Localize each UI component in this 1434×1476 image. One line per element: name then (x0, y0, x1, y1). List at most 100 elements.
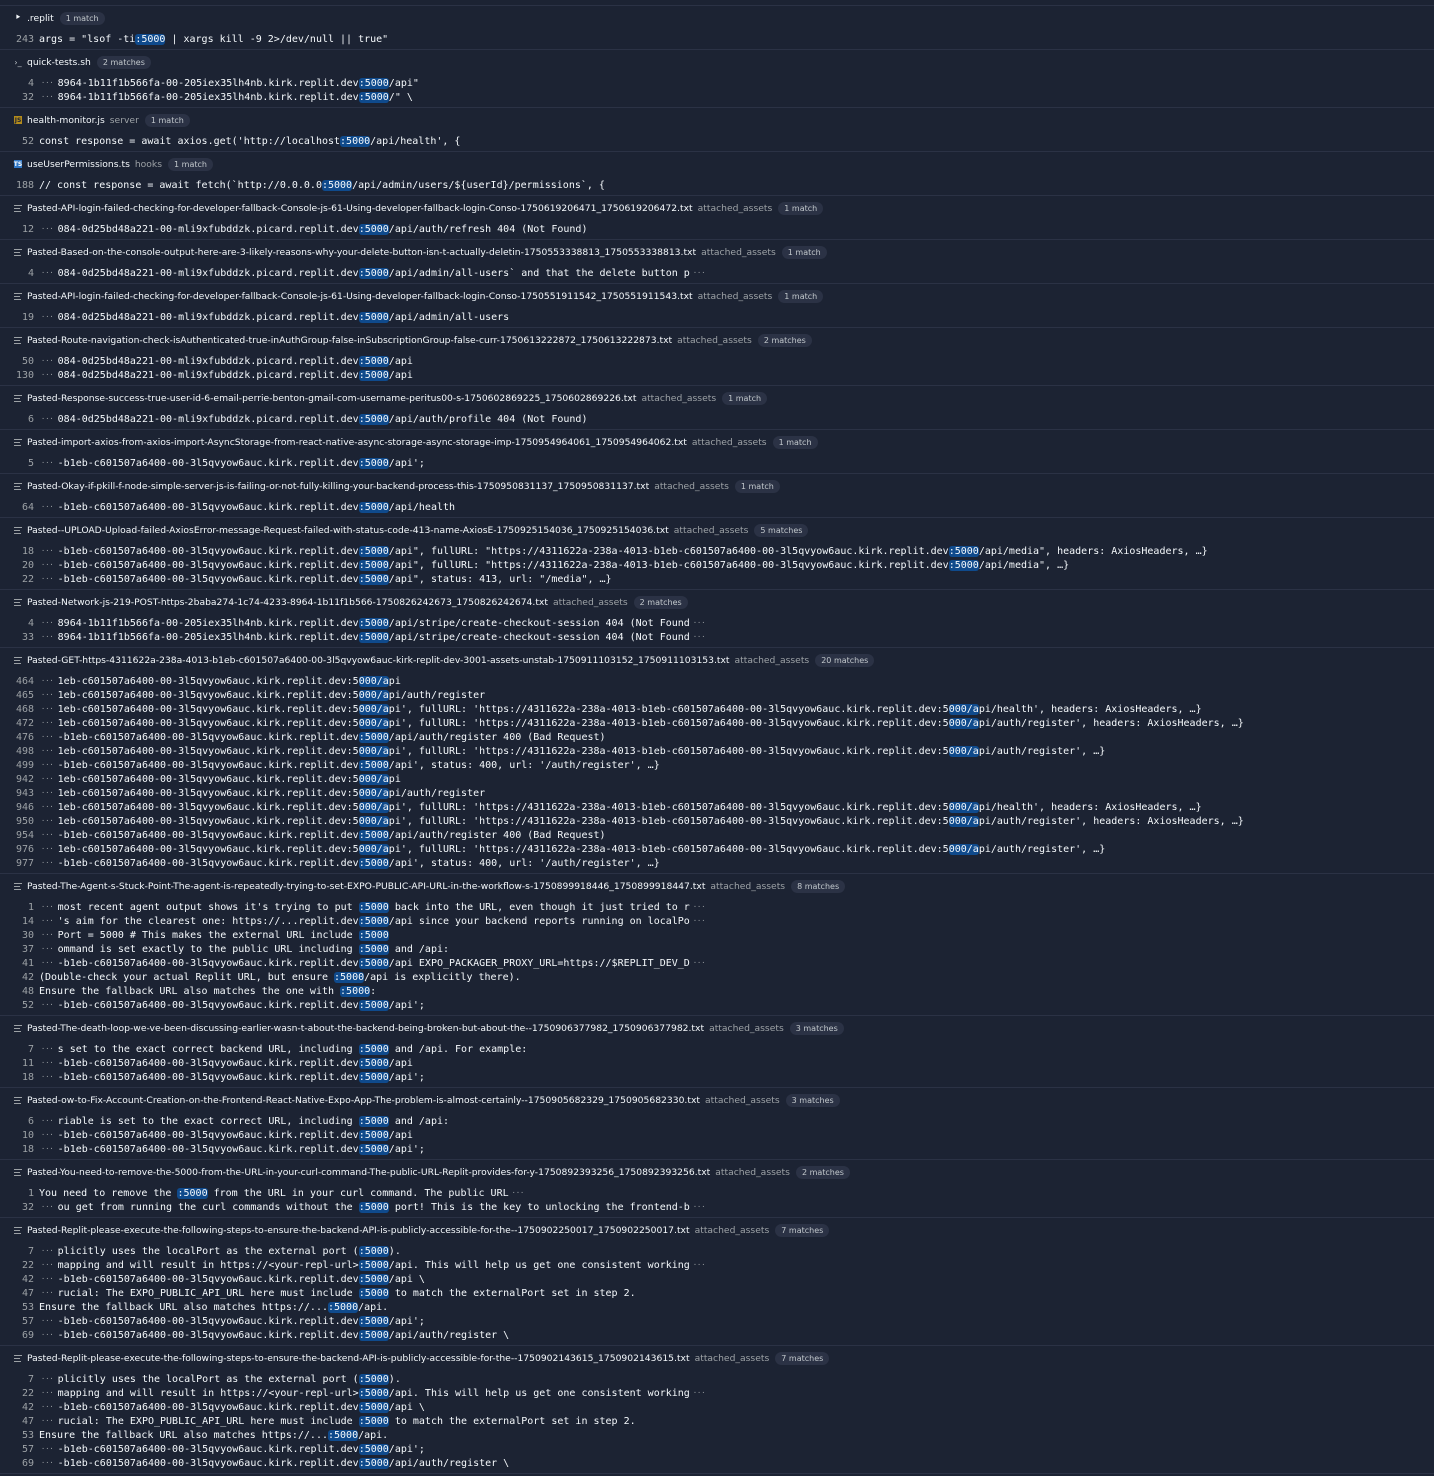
match-line[interactable]: 6 ··· 084-0d25bd48a221-00-mli9xfubddzk.pic… (0, 412, 1434, 426)
result-file-header[interactable]: ›_ quick-tests.sh 2 matches (0, 51, 1434, 73)
match-line[interactable]: 47 ··· rucial: The EXPO_PUBLIC_API_URL her… (0, 1286, 1434, 1300)
line-text: /api \ (388, 1273, 425, 1285)
result-file-group: ›_ quick-tests.sh 2 matches 4 ··· 8964-1b11f1… (0, 50, 1434, 108)
result-file-header[interactable]: Pasted-GET-https-4311622a-238a-4013-b1eb… (0, 649, 1434, 671)
result-file-header[interactable]: Pasted-import-axios-from-axios-import-As… (0, 431, 1434, 453)
match-line[interactable]: 18 ··· -b1eb-c601507a6400-00-3l5qvyow6auc.… (0, 1142, 1434, 1156)
match-line[interactable]: 188 // const response = await fetch(`http… (0, 178, 1434, 192)
ellipsis-icon: ··· (41, 917, 54, 925)
match-line[interactable]: 1 You need to remove the :5000 from the U… (0, 1186, 1434, 1200)
line-text: /api (388, 1129, 413, 1141)
match-line[interactable]: 53 Ensure the fallback URL also matches h… (0, 1300, 1434, 1314)
match-line[interactable]: 22 ··· mapping and will result in https://… (0, 1258, 1434, 1272)
match-line[interactable]: 12 ··· 084-0d25bd48a221-00-mli9xfubddzk.pi… (0, 222, 1434, 236)
match-line[interactable]: 498 ··· 1eb-c601507a6400-00-3l5qvyow6auc.k… (0, 744, 1434, 758)
match-line[interactable]: 977 ··· -b1eb-c601507a6400-00-3l5qvyow6auc… (0, 856, 1434, 870)
result-file-header[interactable]: JS health-monitor.js server 1 match (0, 109, 1434, 131)
match-line[interactable]: 52 const response = await axios.get('http… (0, 134, 1434, 148)
match-line[interactable]: 1 ··· most recent agent output shows it's … (0, 900, 1434, 914)
match-count-badge: 1 match (59, 11, 105, 25)
match-line[interactable]: 468 ··· 1eb-c601507a6400-00-3l5qvyow6auc.k… (0, 702, 1434, 716)
result-file-header[interactable]: Pasted-Response-success-true-user-id-6-e… (0, 387, 1434, 409)
result-file-header[interactable]: Pasted-Network-js-219-POST-https-2baba27… (0, 591, 1434, 613)
result-file-header[interactable]: Pasted-Replit-please-execute-the-followi… (0, 1219, 1434, 1241)
result-file-header[interactable]: Pasted-The-Agent-s-Stuck-Point-The-agent… (0, 875, 1434, 897)
match-line[interactable]: 64 ··· -b1eb-c601507a6400-00-3l5qvyow6auc.… (0, 500, 1434, 514)
match-line[interactable]: 47 ··· rucial: The EXPO_PUBLIC_API_URL her… (0, 1414, 1434, 1428)
result-file-header[interactable]: Pasted-API-login-failed-checking-for-dev… (0, 197, 1434, 219)
match-line[interactable]: 4 ··· 8964-1b11f1b566fa-00-205iex35lh4nb.k… (0, 616, 1434, 630)
match-line[interactable]: 943 ··· 1eb-c601507a6400-00-3l5qvyow6auc.k… (0, 786, 1434, 800)
match-line[interactable]: 6 ··· riable is set to the exact correct U… (0, 1114, 1434, 1128)
match-line[interactable]: 57 ··· -b1eb-c601507a6400-00-3l5qvyow6auc.… (0, 1442, 1434, 1456)
match-line[interactable]: 976 ··· 1eb-c601507a6400-00-3l5qvyow6auc.k… (0, 842, 1434, 856)
match-line[interactable]: 4 ··· 084-0d25bd48a221-00-mli9xfubddzk.pic… (0, 266, 1434, 280)
match-line[interactable]: 11 ··· -b1eb-c601507a6400-00-3l5qvyow6auc.… (0, 1056, 1434, 1070)
match-line[interactable]: 499 ··· -b1eb-c601507a6400-00-3l5qvyow6auc… (0, 758, 1434, 772)
match-line[interactable]: 476 ··· -b1eb-c601507a6400-00-3l5qvyow6auc… (0, 730, 1434, 744)
match-line[interactable]: 69 ··· -b1eb-c601507a6400-00-3l5qvyow6auc.… (0, 1328, 1434, 1342)
match-line[interactable]: 14 ···'s aim for the clearest one: https:… (0, 914, 1434, 928)
ellipsis-icon: ··· (41, 1403, 54, 1411)
match-line[interactable]: 19 ··· 084-0d25bd48a221-00-mli9xfubddzk.pi… (0, 310, 1434, 324)
match-highlight: 000/a (948, 703, 979, 715)
match-line[interactable]: 32 ··· ou get from running the curl comman… (0, 1200, 1434, 1214)
line-text: 1eb-c601507a6400-00-3l5qvyow6auc.kirk.re… (57, 689, 359, 701)
match-highlight: :5000 (358, 457, 389, 469)
match-line[interactable]: 7 ··· plicitly uses the localPort as the e… (0, 1244, 1434, 1258)
match-line[interactable]: 464 ··· 1eb-c601507a6400-00-3l5qvyow6auc.k… (0, 674, 1434, 688)
result-file-header[interactable]: Pasted-The-death-loop-we-ve-been-discuss… (0, 1017, 1434, 1039)
match-line[interactable]: 57 ··· -b1eb-c601507a6400-00-3l5qvyow6auc.… (0, 1314, 1434, 1328)
result-file-header[interactable]: Pasted-ow-to-Fix-Account-Creation-on-the… (0, 1089, 1434, 1111)
match-line[interactable]: 53 Ensure the fallback URL also matches h… (0, 1428, 1434, 1442)
match-line[interactable]: 243 args = "lsof -ti:5000 | xargs kill -9… (0, 32, 1434, 46)
match-line[interactable]: 52 ··· -b1eb-c601507a6400-00-3l5qvyow6auc.… (0, 998, 1434, 1012)
ellipsis-icon: ··· (41, 733, 54, 741)
line-text: -b1eb-c601507a6400-00-3l5qvyow6auc.kirk.… (57, 1129, 359, 1141)
match-line[interactable]: 37 ··· ommand is set exactly to the public… (0, 942, 1434, 956)
match-line[interactable]: 33 ··· 8964-1b11f1b566fa-00-205iex35lh4nb.… (0, 630, 1434, 644)
result-file-header[interactable]: TS useUserPermissions.ts hooks 1 match (0, 153, 1434, 175)
match-line[interactable]: 7 ··· s set to the exact correct backend U… (0, 1042, 1434, 1056)
result-file-header[interactable]: Pasted-API-login-failed-checking-for-dev… (0, 285, 1434, 307)
match-line[interactable]: 42 ··· -b1eb-c601507a6400-00-3l5qvyow6auc.… (0, 1400, 1434, 1414)
match-line[interactable]: 30 ··· Port = 5000 # This makes the extern… (0, 928, 1434, 942)
match-line[interactable]: 954 ··· -b1eb-c601507a6400-00-3l5qvyow6auc… (0, 828, 1434, 842)
match-line[interactable]: 69 ··· -b1eb-c601507a6400-00-3l5qvyow6auc.… (0, 1456, 1434, 1470)
match-line[interactable]: 22 ··· mapping and will result in https://… (0, 1386, 1434, 1400)
match-line[interactable]: 48 Ensure the fallback URL also matches t… (0, 984, 1434, 998)
result-file-header[interactable]: Pasted-Based-on-the-console-output-here-… (0, 241, 1434, 263)
match-line[interactable]: 946 ··· 1eb-c601507a6400-00-3l5qvyow6auc.k… (0, 800, 1434, 814)
match-line[interactable]: 10 ··· -b1eb-c601507a6400-00-3l5qvyow6auc.… (0, 1128, 1434, 1142)
match-line[interactable]: 50 ··· 084-0d25bd48a221-00-mli9xfubddzk.pi… (0, 354, 1434, 368)
match-line[interactable]: 20 ··· -b1eb-c601507a6400-00-3l5qvyow6auc.… (0, 558, 1434, 572)
match-line[interactable]: 42 (Double-check your actual Replit URL, … (0, 970, 1434, 984)
ellipsis-icon: ··· (692, 269, 706, 277)
result-file-header[interactable]: Pasted-Okay-if-pkill-f-node-simple-serve… (0, 475, 1434, 497)
match-line[interactable]: 41 ··· -b1eb-c601507a6400-00-3l5qvyow6auc.… (0, 956, 1434, 970)
match-line[interactable]: 130 ··· 084-0d25bd48a221-00-mli9xfubddzk.p… (0, 368, 1434, 382)
match-line[interactable]: 42 ··· -b1eb-c601507a6400-00-3l5qvyow6auc.… (0, 1272, 1434, 1286)
file-name: Pasted-You-need-to-remove-the-5000-from-… (27, 1166, 711, 1178)
match-line[interactable]: 22 ··· -b1eb-c601507a6400-00-3l5qvyow6auc.… (0, 572, 1434, 586)
result-file-header[interactable]: Pasted-Replit-please-execute-the-followi… (0, 1347, 1434, 1369)
text-file-icon (14, 1096, 22, 1104)
match-line[interactable]: 18 ··· -b1eb-c601507a6400-00-3l5qvyow6auc.… (0, 544, 1434, 558)
match-line[interactable]: 7 ··· plicitly uses the localPort as the e… (0, 1372, 1434, 1386)
match-line[interactable]: 465 ··· 1eb-c601507a6400-00-3l5qvyow6auc.k… (0, 688, 1434, 702)
match-line[interactable]: 5 ··· -b1eb-c601507a6400-00-3l5qvyow6auc.k… (0, 456, 1434, 470)
text-file-icon (14, 1024, 22, 1032)
match-line[interactable]: 32 ··· 8964-1b11f1b566fa-00-205iex35lh4nb.… (0, 90, 1434, 104)
match-line[interactable]: 472 ··· 1eb-c601507a6400-00-3l5qvyow6auc.k… (0, 716, 1434, 730)
result-file-group: Pasted-GET-https-4311622a-238a-4013-b1eb… (0, 648, 1434, 874)
match-line[interactable]: 4 ··· 8964-1b11f1b566fa-00-205iex35lh4nb.k… (0, 76, 1434, 90)
result-file-header[interactable]: ⯈ .replit 1 match (0, 7, 1434, 29)
text-file-icon (14, 656, 22, 664)
result-file-header[interactable]: Pasted-Route-navigation-check-isAuthenti… (0, 329, 1434, 351)
result-file-header[interactable]: Pasted-You-need-to-remove-the-5000-from-… (0, 1161, 1434, 1183)
result-file-header[interactable]: Pasted--UPLOAD-Upload-failed-AxiosError-… (0, 519, 1434, 541)
match-line[interactable]: 18 ··· -b1eb-c601507a6400-00-3l5qvyow6auc.… (0, 1070, 1434, 1084)
match-line[interactable]: 942 ··· 1eb-c601507a6400-00-3l5qvyow6auc.k… (0, 772, 1434, 786)
line-text: 084-0d25bd48a221-00-mli9xfubddzk.picard.… (57, 267, 359, 279)
match-line[interactable]: 950 ··· 1eb-c601507a6400-00-3l5qvyow6auc.k… (0, 814, 1434, 828)
